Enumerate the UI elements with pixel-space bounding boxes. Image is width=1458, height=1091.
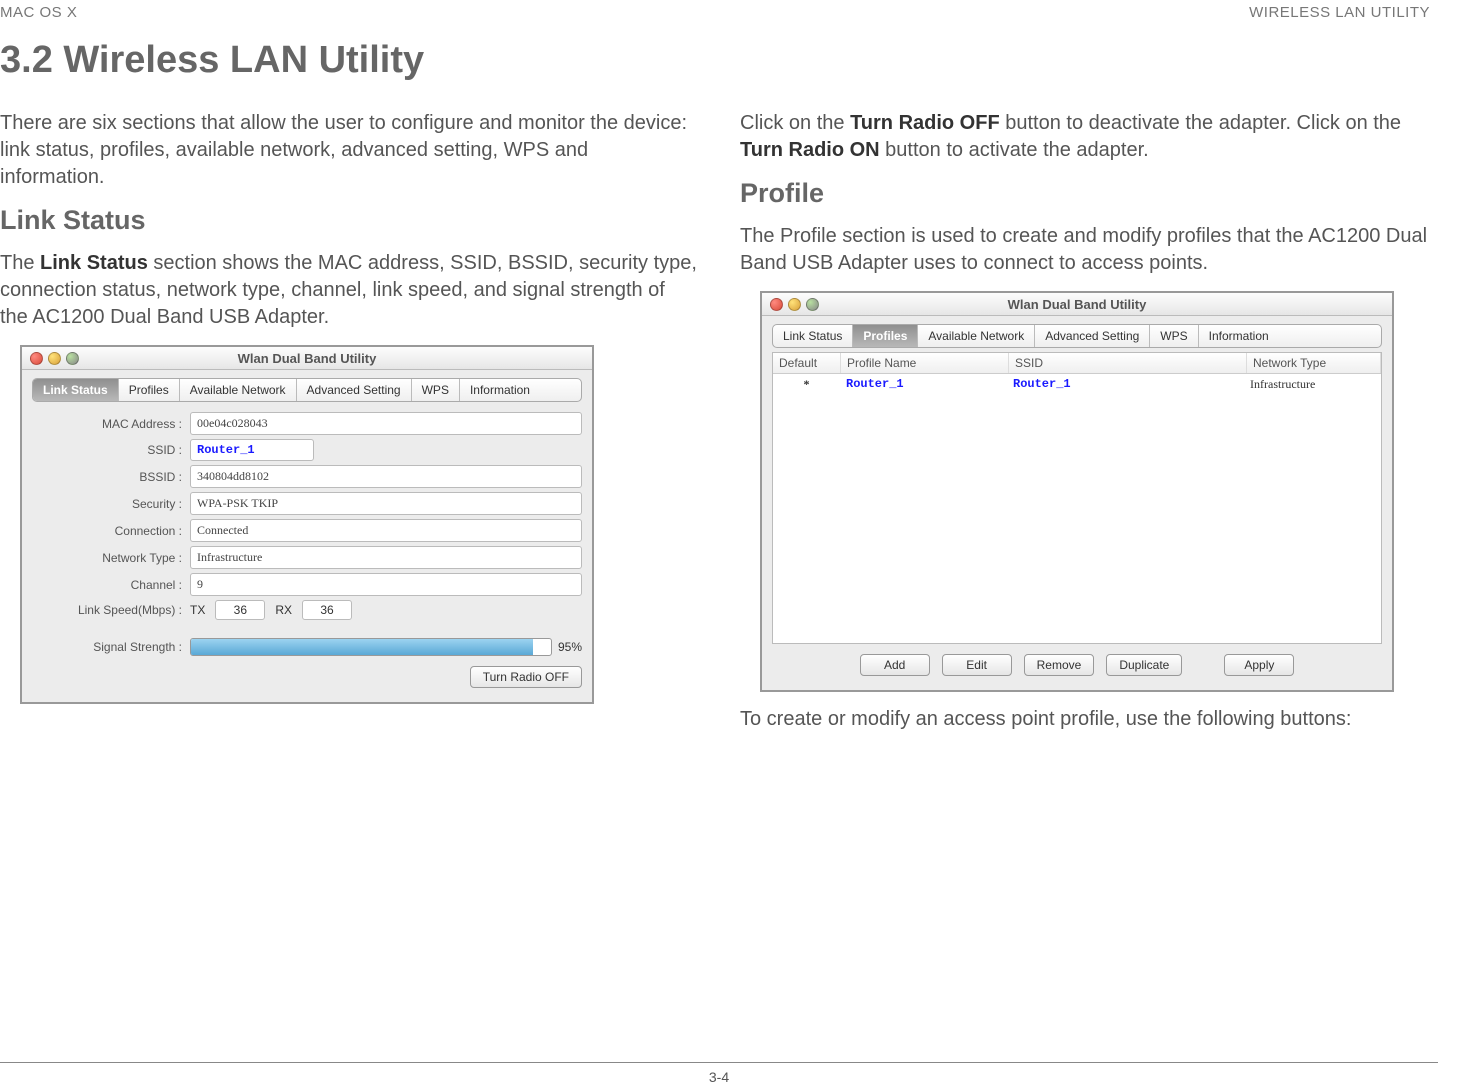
label-link-speed: Link Speed(Mbps) : bbox=[32, 603, 190, 617]
remove-button[interactable]: Remove bbox=[1024, 654, 1095, 676]
tab-available-network[interactable]: Available Network bbox=[180, 379, 297, 401]
profile-row[interactable]: * Router_1 Router_1 Infrastructure bbox=[773, 374, 1381, 395]
page-number: 3-4 bbox=[0, 1062, 1438, 1085]
running-header: MAC OS X WIRELESS LAN UTILITY bbox=[0, 0, 1438, 21]
page-title: 3.2 Wireless LAN Utility bbox=[0, 39, 1438, 82]
label-signal: Signal Strength : bbox=[32, 640, 190, 654]
value-connection: Connected bbox=[190, 519, 582, 542]
link-status-desc: The Link Status section shows the MAC ad… bbox=[0, 250, 698, 331]
value-security: WPA-PSK TKIP bbox=[190, 492, 582, 515]
cell-ssid: Router_1 bbox=[1007, 374, 1244, 395]
label-connection: Connection : bbox=[32, 524, 190, 538]
edit-button[interactable]: Edit bbox=[942, 654, 1012, 676]
tab-available-network[interactable]: Available Network bbox=[918, 325, 1035, 347]
profile-buttons: Add Edit Remove Duplicate Apply bbox=[772, 654, 1382, 676]
value-ssid: Router_1 bbox=[190, 439, 314, 461]
label-rx: RX bbox=[275, 603, 292, 617]
label-bssid: BSSID : bbox=[32, 470, 190, 484]
duplicate-button[interactable]: Duplicate bbox=[1106, 654, 1182, 676]
tab-wps[interactable]: WPS bbox=[1150, 325, 1198, 347]
window-titlebar: Wlan Dual Band Utility bbox=[22, 347, 592, 370]
value-bssid: 340804dd8102 bbox=[190, 465, 582, 488]
label-mac: MAC Address : bbox=[32, 417, 190, 431]
value-mac: 00e04c028043 bbox=[190, 412, 582, 435]
profile-desc: The Profile section is used to create an… bbox=[740, 223, 1438, 277]
link-speed-values: TX 36 RX 36 bbox=[190, 600, 352, 620]
window-title: Wlan Dual Band Utility bbox=[22, 351, 592, 366]
tab-link-status[interactable]: Link Status bbox=[773, 325, 853, 347]
tab-bar: Link Status Profiles Available Network A… bbox=[32, 378, 582, 402]
tab-bar: Link Status Profiles Available Network A… bbox=[772, 324, 1382, 348]
right-column: Click on the Turn Radio OFF button to de… bbox=[740, 110, 1438, 747]
left-column: There are six sections that allow the us… bbox=[0, 110, 698, 747]
tab-information[interactable]: Information bbox=[1199, 325, 1279, 347]
col-network-type: Network Type bbox=[1247, 353, 1381, 373]
value-rx: 36 bbox=[302, 600, 352, 620]
value-channel: 9 bbox=[190, 573, 582, 596]
signal-percent: 95% bbox=[558, 640, 582, 654]
window-title: Wlan Dual Band Utility bbox=[762, 297, 1392, 312]
intro-text: There are six sections that allow the us… bbox=[0, 110, 698, 191]
window-titlebar: Wlan Dual Band Utility bbox=[762, 293, 1392, 316]
header-right: WIRELESS LAN UTILITY bbox=[1249, 4, 1430, 21]
label-channel: Channel : bbox=[32, 578, 190, 592]
tab-advanced-setting[interactable]: Advanced Setting bbox=[297, 379, 412, 401]
heading-link-status: Link Status bbox=[0, 205, 698, 236]
label-tx: TX bbox=[190, 603, 205, 617]
label-network-type: Network Type : bbox=[32, 551, 190, 565]
header-left: MAC OS X bbox=[0, 4, 77, 21]
tab-advanced-setting[interactable]: Advanced Setting bbox=[1035, 325, 1150, 347]
radio-toggle-desc: Click on the Turn Radio OFF button to de… bbox=[740, 110, 1438, 164]
cell-profile-name: Router_1 bbox=[840, 374, 1007, 395]
label-ssid: SSID : bbox=[32, 443, 190, 457]
turn-radio-off-button[interactable]: Turn Radio OFF bbox=[470, 666, 582, 688]
tab-wps[interactable]: WPS bbox=[412, 379, 460, 401]
col-default: Default bbox=[773, 353, 841, 373]
value-network-type: Infrastructure bbox=[190, 546, 582, 569]
heading-profile: Profile bbox=[740, 178, 1438, 209]
apply-button[interactable]: Apply bbox=[1224, 654, 1294, 676]
label-security: Security : bbox=[32, 497, 190, 511]
value-tx: 36 bbox=[215, 600, 265, 620]
cell-network-type: Infrastructure bbox=[1244, 374, 1381, 395]
profile-list: Default Profile Name SSID Network Type *… bbox=[772, 352, 1382, 644]
cell-default: * bbox=[773, 374, 840, 395]
tab-information[interactable]: Information bbox=[460, 379, 540, 401]
screenshot-profiles: Wlan Dual Band Utility Link Status Profi… bbox=[760, 291, 1394, 692]
screenshot-link-status: Wlan Dual Band Utility Link Status Profi… bbox=[20, 345, 594, 704]
col-ssid: SSID bbox=[1009, 353, 1247, 373]
tab-profiles[interactable]: Profiles bbox=[119, 379, 180, 401]
col-profile-name: Profile Name bbox=[841, 353, 1009, 373]
profile-buttons-desc: To create or modify an access point prof… bbox=[740, 706, 1438, 733]
tab-link-status[interactable]: Link Status bbox=[33, 379, 119, 401]
signal-bar bbox=[190, 638, 552, 656]
tab-profiles[interactable]: Profiles bbox=[853, 325, 918, 347]
profile-list-header: Default Profile Name SSID Network Type bbox=[773, 353, 1381, 374]
add-button[interactable]: Add bbox=[860, 654, 930, 676]
